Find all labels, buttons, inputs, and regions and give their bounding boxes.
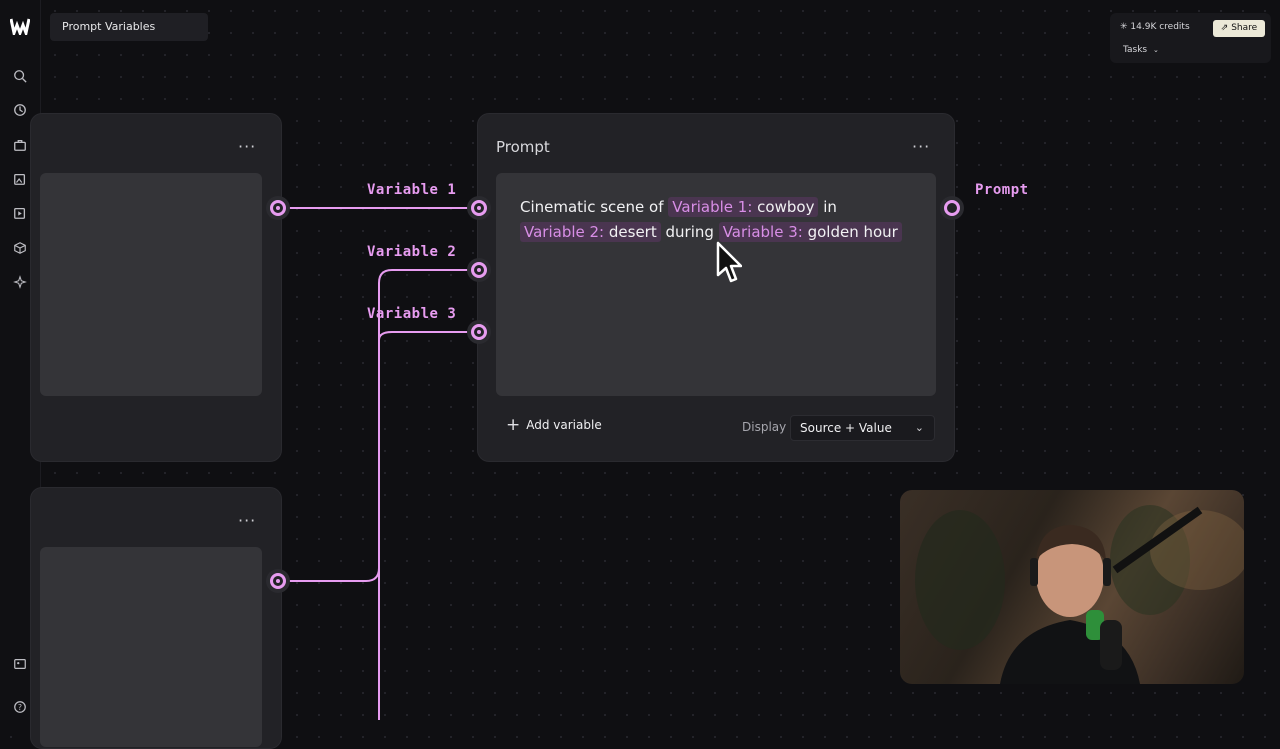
- wire-variable-3: [378, 331, 479, 720]
- variable-tag-value: golden hour: [807, 223, 898, 241]
- add-variable-button[interactable]: + Add variable: [506, 415, 602, 435]
- chevron-down-icon: ⌄: [914, 421, 924, 434]
- source-node-1-content[interactable]: [40, 173, 262, 396]
- prompt-text-segment: during: [665, 223, 714, 241]
- mouse-cursor-icon: [716, 241, 742, 283]
- variable-tag-2[interactable]: Variable 2: desert: [520, 222, 661, 242]
- more-options-icon[interactable]: ···: [238, 513, 256, 529]
- wire-label-prompt-output: Prompt: [975, 182, 1029, 198]
- source-node-1[interactable]: ···: [30, 113, 282, 462]
- variable-tag-source: Variable 3:: [722, 223, 803, 241]
- input-port-variable-2[interactable]: [471, 262, 487, 278]
- variable-tag-1[interactable]: Variable 1: cowboy: [668, 197, 819, 217]
- variable-tag-value: desert: [608, 223, 657, 241]
- prompt-text-segment: in: [823, 198, 837, 216]
- variable-tag-source: Variable 2:: [524, 223, 605, 241]
- presenter-video: [915, 505, 1244, 684]
- wire-label-variable-2: Variable 2: [367, 244, 457, 260]
- prompt-node[interactable]: Prompt ··· Cinematic scene of Variable 1…: [477, 113, 955, 462]
- more-options-icon[interactable]: ···: [912, 139, 930, 155]
- output-port-prompt[interactable]: [944, 200, 960, 216]
- prompt-text[interactable]: Cinematic scene of Variable 1: cowboy in…: [520, 195, 920, 245]
- display-label: Display: [742, 420, 787, 434]
- wire-label-variable-3: Variable 3: [367, 306, 457, 322]
- output-port-node-1[interactable]: [270, 200, 286, 216]
- input-port-variable-1[interactable]: [471, 200, 487, 216]
- display-mode-select[interactable]: Source + Value ⌄: [790, 415, 935, 441]
- input-port-variable-3[interactable]: [471, 324, 487, 340]
- prompt-node-title: Prompt: [496, 138, 550, 156]
- variable-tag-3[interactable]: Variable 3: golden hour: [718, 222, 902, 242]
- variable-tag-source: Variable 1:: [672, 198, 753, 216]
- source-node-2[interactable]: ···: [30, 487, 282, 749]
- variable-tag-value: cowboy: [757, 198, 815, 216]
- add-variable-label: Add variable: [526, 418, 602, 432]
- prompt-text-segment: Cinematic scene of: [520, 198, 664, 216]
- display-mode-value: Source + Value: [800, 421, 892, 435]
- output-port-node-2[interactable]: [270, 573, 286, 589]
- webcam-overlay: [900, 490, 1244, 684]
- plus-icon: +: [506, 415, 521, 435]
- wire-label-variable-1: Variable 1: [367, 182, 457, 198]
- source-node-2-content[interactable]: [40, 547, 262, 747]
- more-options-icon[interactable]: ···: [238, 139, 256, 155]
